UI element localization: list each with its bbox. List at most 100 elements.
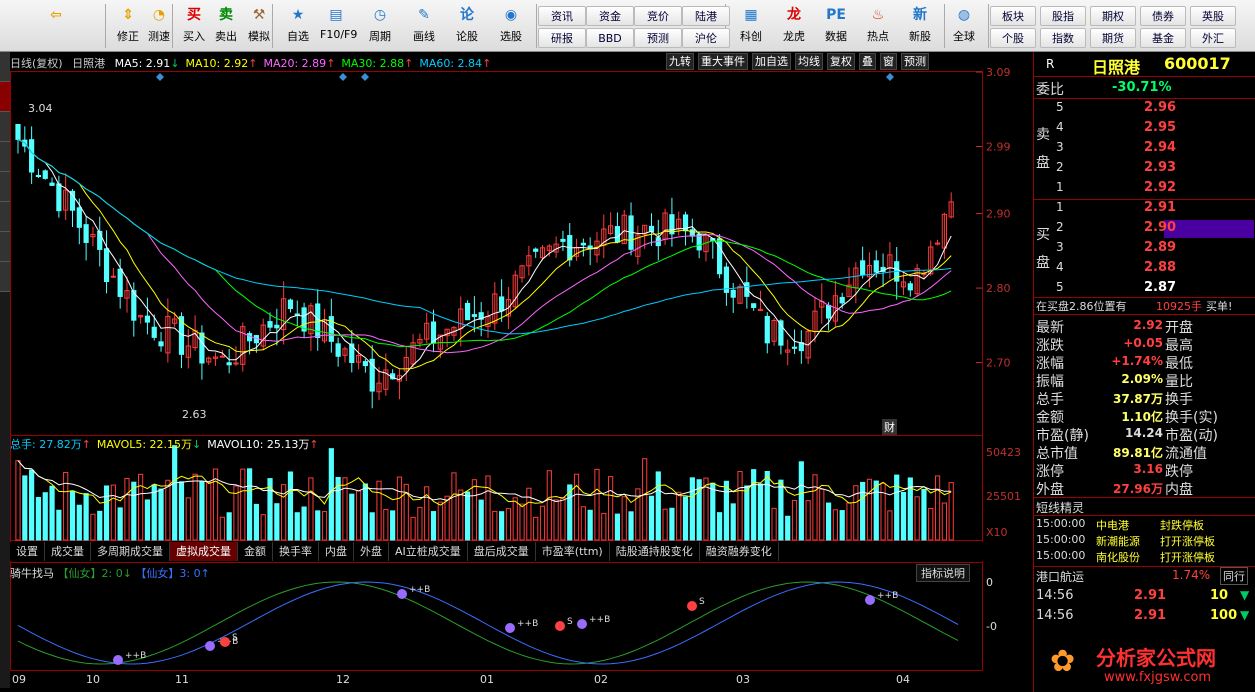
toolbar-button-9[interactable]: ✎ 画线: [408, 2, 440, 50]
volume-bar: [682, 496, 689, 541]
left-side-strip[interactable]: [0, 52, 10, 688]
toolbar-button2-4[interactable]: 新新股: [904, 2, 936, 50]
stat-key: 涨停: [1036, 464, 1064, 480]
toolbar-button-0[interactable]: ⇦: [40, 2, 72, 50]
toolbar-button-3[interactable]: 买买入: [178, 2, 210, 50]
tab-6[interactable]: 内盘: [319, 542, 354, 561]
toolbar-link[interactable]: 沪伦: [682, 28, 730, 48]
tab-10[interactable]: 市盈率(ttm): [536, 542, 610, 561]
tab-7[interactable]: 外盘: [354, 542, 389, 561]
tab-9[interactable]: 盘后成交量: [468, 542, 536, 561]
toolbar-button-10[interactable]: 论论股: [451, 2, 483, 50]
toolbar-button2-5[interactable]: ◍ 全球: [948, 2, 980, 50]
volume-bar: [887, 510, 893, 541]
toolbar-link[interactable]: 研报: [538, 28, 586, 48]
toolbar-link[interactable]: 资金: [586, 6, 634, 26]
elf-name[interactable]: 新潮能源: [1096, 533, 1140, 549]
sell-level: 5: [1056, 100, 1064, 114]
volume-bar: [63, 471, 69, 541]
toolbar-link2[interactable]: 外汇: [1190, 28, 1236, 48]
tab-5[interactable]: 换手率: [273, 542, 319, 561]
tick-time: 14:56: [1036, 608, 1074, 623]
buy-price[interactable]: 2.90: [1144, 220, 1176, 235]
volume-tick: 25501: [986, 490, 1021, 503]
toolbar-link[interactable]: 陆港: [682, 6, 730, 26]
candle-body: [499, 296, 505, 312]
elf-name[interactable]: 中电港: [1096, 517, 1129, 533]
toolbar-button2-0[interactable]: ▦ 科创: [735, 2, 767, 50]
tab-1[interactable]: 成交量: [45, 542, 91, 561]
stat-key: 总手: [1036, 392, 1064, 408]
tab-4[interactable]: 金额: [238, 542, 273, 561]
toolbar-button-4[interactable]: 卖卖出: [210, 2, 242, 50]
elf-name[interactable]: 南化股份: [1096, 549, 1140, 565]
toolbar-button-8[interactable]: ◷ 周期: [364, 2, 396, 50]
buy-price[interactable]: 2.87: [1144, 280, 1176, 295]
toolbar-button-5[interactable]: ⚒ 模拟: [243, 2, 275, 50]
toolbar-button-2[interactable]: ◔ 测速: [143, 2, 175, 50]
tab-8[interactable]: AI立桩成交量: [389, 542, 468, 561]
candle-body: [860, 260, 866, 276]
tab-2[interactable]: 多周期成交量: [91, 542, 170, 561]
event-marker-icon[interactable]: [361, 73, 369, 81]
sell-price[interactable]: 2.93: [1144, 160, 1176, 175]
tab-11[interactable]: 陆股通持股变化: [610, 542, 700, 561]
tab-3[interactable]: 虚拟成交量: [170, 542, 238, 561]
sell-price[interactable]: 2.95: [1144, 120, 1176, 135]
toolbar-link[interactable]: 资讯: [538, 6, 586, 26]
toolbar-link2[interactable]: 债券: [1140, 6, 1186, 26]
toolbar-link2[interactable]: 期权: [1090, 6, 1136, 26]
volume-bar: [846, 502, 852, 541]
order-note-button[interactable]: 买单!: [1206, 298, 1232, 314]
toolbar-link[interactable]: 竞价: [634, 6, 682, 26]
toolbar-link2[interactable]: 基金: [1140, 28, 1186, 48]
elves-title: 短线精灵: [1036, 501, 1085, 515]
candle-body: [294, 313, 300, 316]
pe-icon: PE: [826, 7, 846, 23]
toolbar-button-11[interactable]: ◉ 选股: [495, 2, 527, 50]
sell-price[interactable]: 2.96: [1144, 100, 1176, 115]
sell-price[interactable]: 2.92: [1144, 180, 1176, 195]
price-tick: 2.99: [986, 141, 1011, 154]
toolbar-link2[interactable]: 期货: [1090, 28, 1136, 48]
peer-button[interactable]: 同行: [1220, 567, 1248, 585]
toolbar-link2[interactable]: 股指: [1040, 6, 1086, 26]
tab-12[interactable]: 融资融券变化: [700, 542, 779, 561]
watermark-text: 分析家公式网: [1096, 646, 1216, 670]
toolbar-link2[interactable]: 个股: [990, 28, 1036, 48]
indicator-series-2: 【仙女】3: 0: [135, 567, 201, 580]
event-marker-icon[interactable]: [339, 73, 347, 81]
toolbar-link2[interactable]: 指数: [1040, 28, 1086, 48]
event-marker-icon[interactable]: [156, 73, 164, 81]
toolbar-button-6[interactable]: ★ 自选: [282, 2, 314, 50]
toolbar-button2-2[interactable]: PE 数据: [820, 2, 852, 50]
divider: [1034, 515, 1255, 516]
toolbar-link[interactable]: BBD: [586, 28, 634, 48]
sell-price[interactable]: 2.94: [1144, 140, 1176, 155]
signal-label: ++B: [125, 651, 146, 661]
toolbar-button-7[interactable]: ▤ F10/F9: [320, 2, 357, 50]
toolbar-link[interactable]: 预测: [634, 28, 682, 48]
volume-bar: [274, 503, 280, 541]
buy-price[interactable]: 2.89: [1144, 240, 1176, 255]
indicator-help-button[interactable]: 指标说明: [916, 564, 970, 582]
finance-badge[interactable]: 财: [882, 419, 897, 435]
toolbar-link2[interactable]: 板块: [990, 6, 1036, 26]
toolbar-link2[interactable]: 英股: [1190, 6, 1236, 26]
toolbar-button-label: 全球: [953, 30, 975, 43]
toolbar-button2-1[interactable]: 龙龙虎: [778, 2, 810, 50]
event-marker-icon[interactable]: [886, 73, 894, 81]
indicator-series-1: 【仙女】2: 0: [57, 567, 123, 580]
volume-bar: [825, 502, 832, 541]
buy-price[interactable]: 2.91: [1144, 200, 1176, 215]
x-axis-label: 11: [175, 673, 189, 686]
toolbar-button-1[interactable]: ⇕ 修正: [112, 2, 144, 50]
candle-body: [97, 230, 103, 250]
tab-0[interactable]: 设置: [10, 542, 45, 561]
candle-body: [35, 174, 42, 178]
sector-name[interactable]: 港口航运: [1036, 568, 1084, 585]
candle-body: [56, 183, 62, 212]
toolbar-button2-3[interactable]: ♨ 热点: [862, 2, 894, 50]
chart-area[interactable]: 日线(复权) 日照港 MA5: 2.91↓ MA10: 2.92↑ MA20: 2.…: [10, 52, 1032, 688]
buy-price[interactable]: 2.88: [1144, 260, 1176, 275]
